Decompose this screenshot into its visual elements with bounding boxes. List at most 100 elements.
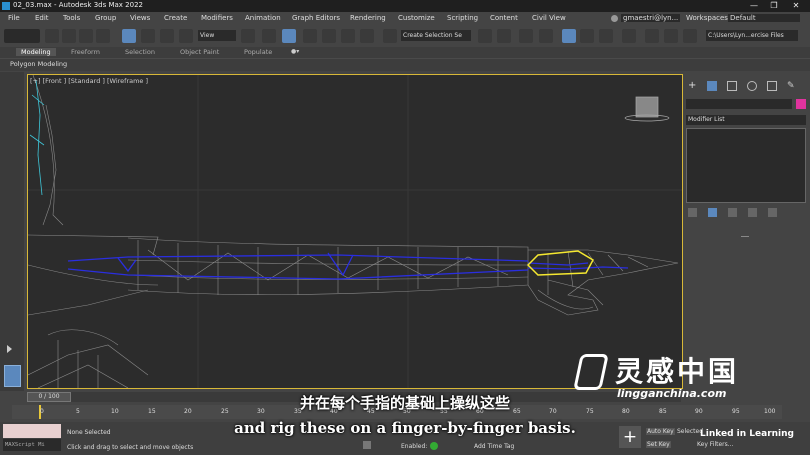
tab-populate[interactable]: Populate xyxy=(244,48,272,56)
modify-tab-icon[interactable] xyxy=(707,81,717,91)
menu-file[interactable]: File xyxy=(8,14,20,22)
close-button[interactable]: ✕ xyxy=(786,0,806,12)
workspace-dropdown[interactable]: Default xyxy=(728,14,800,22)
menu-views[interactable]: Views xyxy=(130,14,150,22)
project-path-dropdown[interactable]: C:\Users\Lyn...ercise Files xyxy=(706,30,798,41)
viewport-wireframe xyxy=(28,75,682,388)
menu-civil-view[interactable]: Civil View xyxy=(532,14,566,22)
select-object-icon[interactable] xyxy=(62,29,76,43)
mirror-icon[interactable] xyxy=(478,29,492,43)
keyboard-shortcut-icon[interactable] xyxy=(282,29,296,43)
select-rotate-icon[interactable] xyxy=(141,29,155,43)
adaptive-degradation-icon[interactable] xyxy=(430,442,438,450)
hierarchy-tab-icon[interactable] xyxy=(727,81,737,91)
select-move-icon[interactable] xyxy=(122,29,136,43)
curve-editor-icon[interactable] xyxy=(580,29,594,43)
selection-set-dropdown[interactable]: Create Selection Se xyxy=(401,30,471,41)
lock-selection-icon[interactable] xyxy=(363,441,371,449)
subtitle-english: and rig these on a finger-by-finger basi… xyxy=(234,419,576,437)
toggle-scene-explorer-icon[interactable] xyxy=(519,29,533,43)
minimize-button[interactable]: — xyxy=(744,0,764,12)
material-editor-icon[interactable] xyxy=(622,29,636,43)
viewport-layout-expand-icon[interactable] xyxy=(7,345,12,353)
angle-snap-icon[interactable] xyxy=(322,29,336,43)
key-filters-button[interactable]: Key Filters... xyxy=(697,441,734,448)
tab-freeform[interactable]: Freeform xyxy=(71,48,100,56)
cn-brand-watermark: 灵感中国 lingganchina.com xyxy=(573,350,787,400)
spinner-snap-icon[interactable] xyxy=(360,29,374,43)
show-end-result-icon[interactable] xyxy=(708,208,717,217)
polygon-modeling-bar: Polygon Modeling xyxy=(0,58,810,71)
polygon-modeling-label[interactable]: Polygon Modeling xyxy=(10,60,67,68)
menu-rendering[interactable]: Rendering xyxy=(350,14,386,22)
project-path-label: C:\Users\Lyn...ercise Files xyxy=(708,32,784,39)
undo-icon[interactable] xyxy=(4,29,40,43)
layer-explorer-icon[interactable] xyxy=(539,29,553,43)
menu-group[interactable]: Group xyxy=(95,14,116,22)
menu-customize[interactable]: Customize xyxy=(398,14,435,22)
link-icon[interactable] xyxy=(45,29,59,43)
viewcube-icon xyxy=(624,96,670,122)
cn-brand-name: 灵感中国 xyxy=(615,355,740,388)
user-icon xyxy=(611,15,618,22)
make-unique-icon[interactable] xyxy=(728,208,737,217)
cn-brand-logo-icon xyxy=(573,354,609,390)
menu-edit[interactable]: Edit xyxy=(35,14,49,22)
display-tab-icon[interactable] xyxy=(767,81,777,91)
motion-tab-icon[interactable] xyxy=(747,81,757,91)
viewport-layout-tab[interactable] xyxy=(4,365,21,387)
selection-set-label: Create Selection Se xyxy=(403,32,462,39)
modifier-stack[interactable] xyxy=(686,128,806,203)
select-by-name-icon[interactable] xyxy=(79,29,93,43)
modifier-list-label: Modifier List xyxy=(688,116,725,123)
menu-tools[interactable]: Tools xyxy=(63,14,80,22)
object-name-field[interactable] xyxy=(686,99,792,109)
schematic-view-icon[interactable] xyxy=(599,29,613,43)
configure-sets-icon[interactable] xyxy=(768,208,777,217)
menu-bar: File Edit Tools Group Views Create Modif… xyxy=(0,12,810,26)
cn-brand-url: lingganchina.com xyxy=(617,387,727,400)
utilities-tab-icon[interactable]: ✎ xyxy=(787,81,797,91)
tab-modeling[interactable]: Modeling xyxy=(16,48,56,56)
enabled-label: Enabled: xyxy=(401,443,428,450)
place-icon[interactable] xyxy=(179,29,193,43)
pivot-icon[interactable] xyxy=(241,29,255,43)
menu-animation[interactable]: Animation xyxy=(245,14,281,22)
snap-3d-icon[interactable] xyxy=(303,29,317,43)
menu-modifiers[interactable]: Modifiers xyxy=(201,14,233,22)
app-icon xyxy=(2,2,10,10)
user-account[interactable]: gmaestri@lyn... xyxy=(621,14,681,22)
maximize-button[interactable]: ❐ xyxy=(764,0,784,12)
object-color-swatch[interactable] xyxy=(796,99,806,109)
menu-content[interactable]: Content xyxy=(490,14,518,22)
menu-create[interactable]: Create xyxy=(164,14,187,22)
viewport-label[interactable]: [+] [Front ] [Standard ] [Wireframe ] xyxy=(30,77,148,85)
linkedin-learning-watermark: Linked in Learning xyxy=(700,429,794,439)
align-icon[interactable] xyxy=(497,29,511,43)
view-dropdown[interactable]: View xyxy=(198,30,236,41)
front-viewport[interactable] xyxy=(27,74,683,389)
render-icon[interactable] xyxy=(683,29,697,43)
pin-stack-icon[interactable] xyxy=(688,208,697,217)
maxscript-mini-field[interactable]: MAXScript Mi xyxy=(3,439,61,451)
window-title: 02_03.max - Autodesk 3ds Max 2022 xyxy=(13,1,143,9)
select-scale-icon[interactable] xyxy=(160,29,174,43)
remove-modifier-icon[interactable] xyxy=(748,208,757,217)
selection-region-icon[interactable] xyxy=(96,29,110,43)
create-tab-icon[interactable]: + xyxy=(688,81,698,91)
add-time-tag-label[interactable]: Add Time Tag xyxy=(474,443,514,450)
left-viewport-layout-strip xyxy=(0,72,24,392)
ribbon-options-icon[interactable]: ●▾ xyxy=(291,48,299,55)
set-key-button[interactable]: Set Key xyxy=(646,441,671,448)
rendered-frame-icon[interactable] xyxy=(664,29,678,43)
render-setup-icon[interactable] xyxy=(645,29,659,43)
modifier-list-dropdown[interactable]: Modifier List xyxy=(686,115,806,125)
menu-scripting[interactable]: Scripting xyxy=(447,14,478,22)
tab-object-paint[interactable]: Object Paint xyxy=(180,48,219,56)
menu-graph-editors[interactable]: Graph Editors xyxy=(292,14,340,22)
select-manipulate-icon[interactable] xyxy=(262,29,276,43)
percent-snap-icon[interactable] xyxy=(341,29,355,43)
tab-selection[interactable]: Selection xyxy=(125,48,155,56)
ribbon-toggle-icon[interactable] xyxy=(562,29,576,43)
edit-named-sets-icon[interactable] xyxy=(383,29,397,43)
